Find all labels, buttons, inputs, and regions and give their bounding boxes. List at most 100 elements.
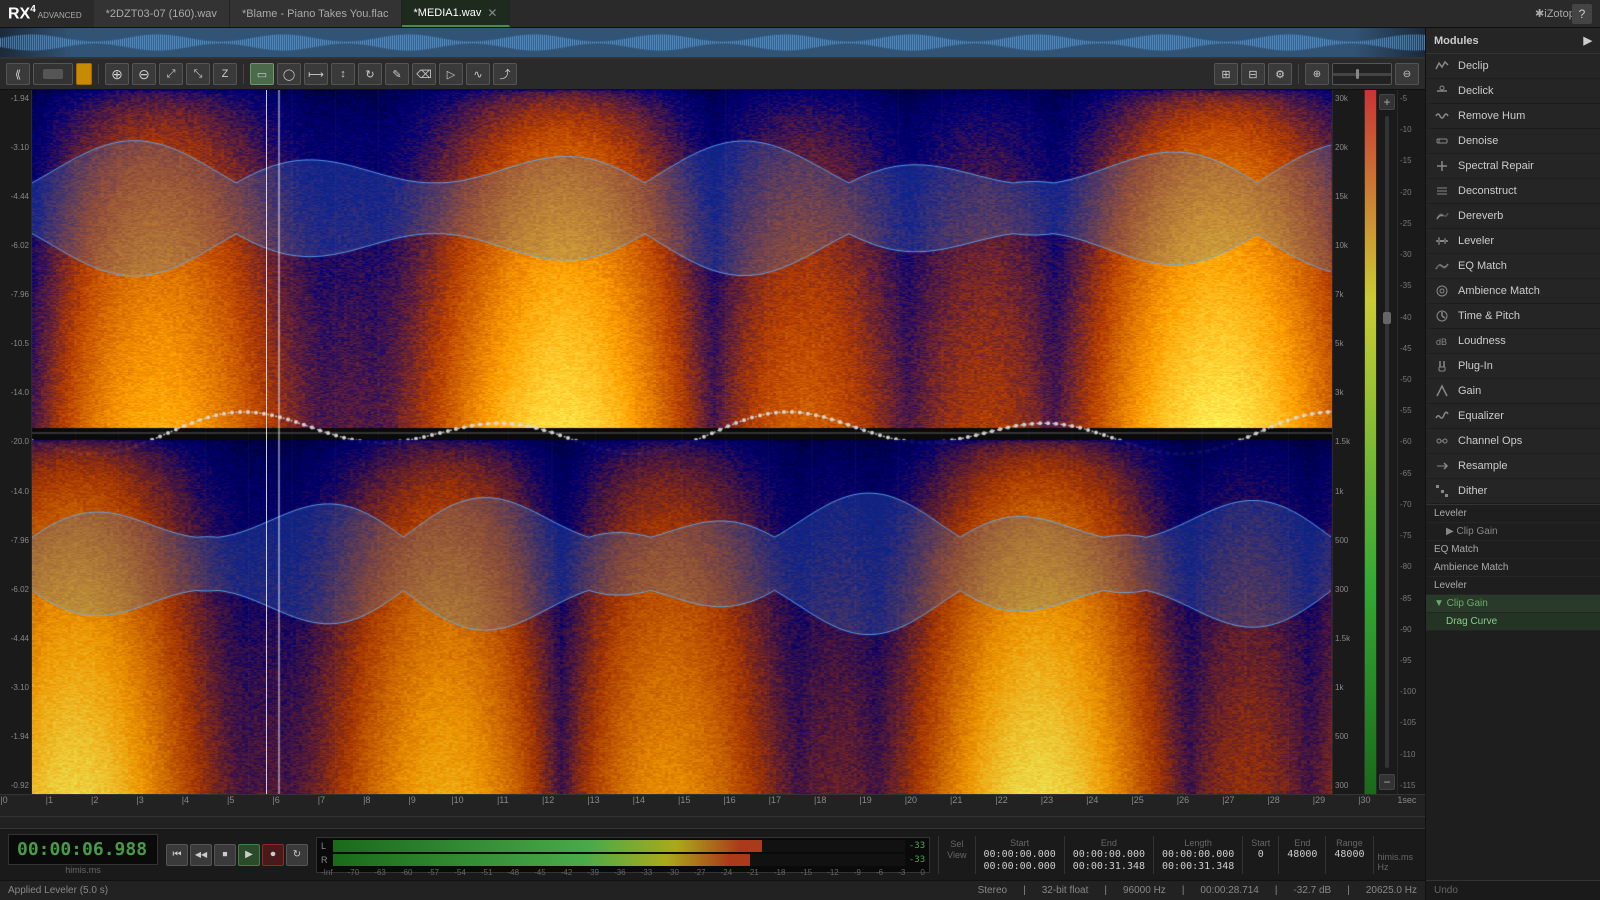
spectral-repair-label: Spectral Repair [1458, 160, 1534, 172]
time-mark-12: |12 [542, 795, 554, 805]
meter-peak-l: -33 [909, 841, 925, 851]
go-back-button[interactable]: ◀◀ [190, 844, 212, 866]
meter-fill-l [333, 840, 762, 852]
module-equalizer[interactable]: Equalizer [1426, 404, 1600, 429]
zoom-custom-button[interactable]: Z [213, 63, 237, 85]
module-ambience-match[interactable]: Ambience Match [1426, 279, 1600, 304]
status-sep-4: | [1275, 885, 1278, 896]
gain-env-button[interactable]: ∿ [466, 63, 490, 85]
resample-icon [1434, 458, 1450, 474]
meter-l-label: L [321, 841, 329, 851]
settings-button[interactable]: ⚙ [1268, 63, 1292, 85]
zoom-out-h-button[interactable]: ⊖ [1395, 63, 1419, 85]
plug-in-label: Plug-In [1458, 360, 1493, 372]
zoom-in-h-button[interactable]: ⊕ [1305, 63, 1329, 85]
zoom-in-v-button[interactable]: + [1379, 94, 1395, 110]
eq-match-icon [1434, 258, 1450, 274]
history-leveler-2[interactable]: Leveler [1426, 577, 1600, 595]
modules-header: Modules ▶ [1426, 28, 1600, 54]
time-select-button[interactable]: ⟼ [304, 63, 328, 85]
vert-db-meter [1364, 90, 1376, 794]
module-time-pitch[interactable]: Time & Pitch [1426, 304, 1600, 329]
module-gain[interactable]: Gain [1426, 379, 1600, 404]
loop-toggle-button[interactable]: ↻ [286, 844, 308, 866]
time-mark-6: |6 [272, 795, 279, 805]
module-declip[interactable]: Declip [1426, 54, 1600, 79]
loop-button[interactable]: ↻ [358, 63, 382, 85]
help-button[interactable]: ? [1572, 4, 1592, 24]
spectrogram-canvas-wrapper[interactable] [32, 90, 1332, 794]
module-denoise[interactable]: Denoise [1426, 129, 1600, 154]
history-eq-match[interactable]: EQ Match [1426, 541, 1600, 559]
module-declick[interactable]: Declick [1426, 79, 1600, 104]
scroll-right-indicator[interactable] [76, 63, 92, 85]
meter-bar-r [333, 854, 905, 866]
module-list: Declip Declick Remove Hum Denoise [1426, 54, 1600, 504]
status-sample-rate: 96000 Hz [1123, 885, 1166, 896]
grid-button[interactable]: ⊟ [1241, 63, 1265, 85]
brush-tool-button[interactable]: ✎ [385, 63, 409, 85]
declick-icon [1434, 83, 1450, 99]
history-clip-gain-1[interactable]: ▶ Clip Gain [1426, 523, 1600, 541]
freq-select-button[interactable]: ↕ [331, 63, 355, 85]
history-ambience-match[interactable]: Ambience Match [1426, 559, 1600, 577]
spectrogram-area: -1.94 -3.10 -4.44 -6.02 -7.96 -10.5 -14.… [0, 90, 1425, 794]
module-dereverb[interactable]: Dereverb [1426, 204, 1600, 229]
zoom-fit-button[interactable]: ⤢ [159, 63, 183, 85]
overview-strip[interactable] [0, 28, 1425, 58]
zoom-sel-button[interactable]: ⤡ [186, 63, 210, 85]
play-button[interactable]: ▶ [238, 844, 260, 866]
go-to-start-button[interactable]: ⏮ [166, 844, 188, 866]
history-clip-gain-2[interactable]: ▼ Clip Gain [1426, 595, 1600, 613]
zoom-out-button[interactable]: ⊖ [132, 63, 156, 85]
tab-2[interactable]: *Blame - Piano Takes You.flac [230, 0, 402, 27]
horizontal-scrollbar[interactable] [0, 816, 1425, 828]
record-button[interactable]: ⏺ [262, 844, 284, 866]
module-channel-ops[interactable]: Channel Ops [1426, 429, 1600, 454]
undo-label: Undo [1426, 880, 1600, 900]
deconstruct-icon [1434, 183, 1450, 199]
tab-3[interactable]: *MEDIA1.wav ✕ [402, 0, 511, 27]
stop-button[interactable]: ⏹ [214, 844, 236, 866]
time-mark-10: |10 [451, 795, 463, 805]
extra-tool-1[interactable]: ⤴ [493, 63, 517, 85]
eraser-tool-button[interactable]: ⌫ [412, 63, 436, 85]
select-tool-button[interactable]: ▭ [250, 63, 274, 85]
module-plug-in[interactable]: Plug-In [1426, 354, 1600, 379]
zoom-out-v-button[interactable]: − [1379, 774, 1395, 790]
zoom-in-button[interactable]: ⊕ [105, 63, 129, 85]
module-remove-hum[interactable]: Remove Hum [1426, 104, 1600, 129]
module-deconstruct[interactable]: Deconstruct [1426, 179, 1600, 204]
scroll-left-button[interactable]: ⟪ [6, 63, 30, 85]
zoom-slider-h[interactable] [1332, 63, 1392, 85]
time-display: 00:00:06.988 [8, 834, 158, 865]
modules-expand-icon[interactable]: ▶ [1584, 34, 1592, 47]
lasso-tool-button[interactable]: ◯ [277, 63, 301, 85]
sel-length: 00:00:00.000 [1162, 849, 1234, 860]
module-eq-match[interactable]: EQ Match [1426, 254, 1600, 279]
history-leveler-1[interactable]: Leveler [1426, 505, 1600, 523]
module-resample[interactable]: Resample [1426, 454, 1600, 479]
history-drag-curve[interactable]: Drag Curve [1426, 613, 1600, 631]
zoom-slider-v[interactable] [1385, 116, 1389, 768]
module-leveler[interactable]: Leveler [1426, 229, 1600, 254]
zoom-scroll-bar[interactable] [33, 63, 73, 85]
module-spectral-repair[interactable]: Spectral Repair [1426, 154, 1600, 179]
snap-button[interactable]: ⊞ [1214, 63, 1238, 85]
meter-scale: -Inf -70 -63 -60 -57 -54 -51 -48 -45 -42… [321, 868, 925, 877]
equalizer-icon [1434, 408, 1450, 424]
play-sel-button[interactable]: ▷ [439, 63, 463, 85]
time-mark-13: |13 [587, 795, 599, 805]
module-loudness[interactable]: dB Loudness [1426, 329, 1600, 354]
tab-1[interactable]: *2DZT03-07 (160).wav [94, 0, 230, 27]
freq-range-col: Range 48000 [1326, 836, 1373, 874]
freq-right-scale: 30k 20k 15k 10k 7k 5k 3k 1.5k 1k 500 300… [1332, 90, 1364, 794]
sel-labels: Sel View [939, 836, 975, 874]
module-dither[interactable]: Dither [1426, 479, 1600, 504]
dither-icon [1434, 483, 1450, 499]
meter-fill-r [333, 854, 750, 866]
time-mark-26: |26 [1177, 795, 1189, 805]
close-tab-icon[interactable]: ✕ [487, 6, 497, 20]
time-mark-21: |21 [950, 795, 962, 805]
plug-in-icon [1434, 358, 1450, 374]
